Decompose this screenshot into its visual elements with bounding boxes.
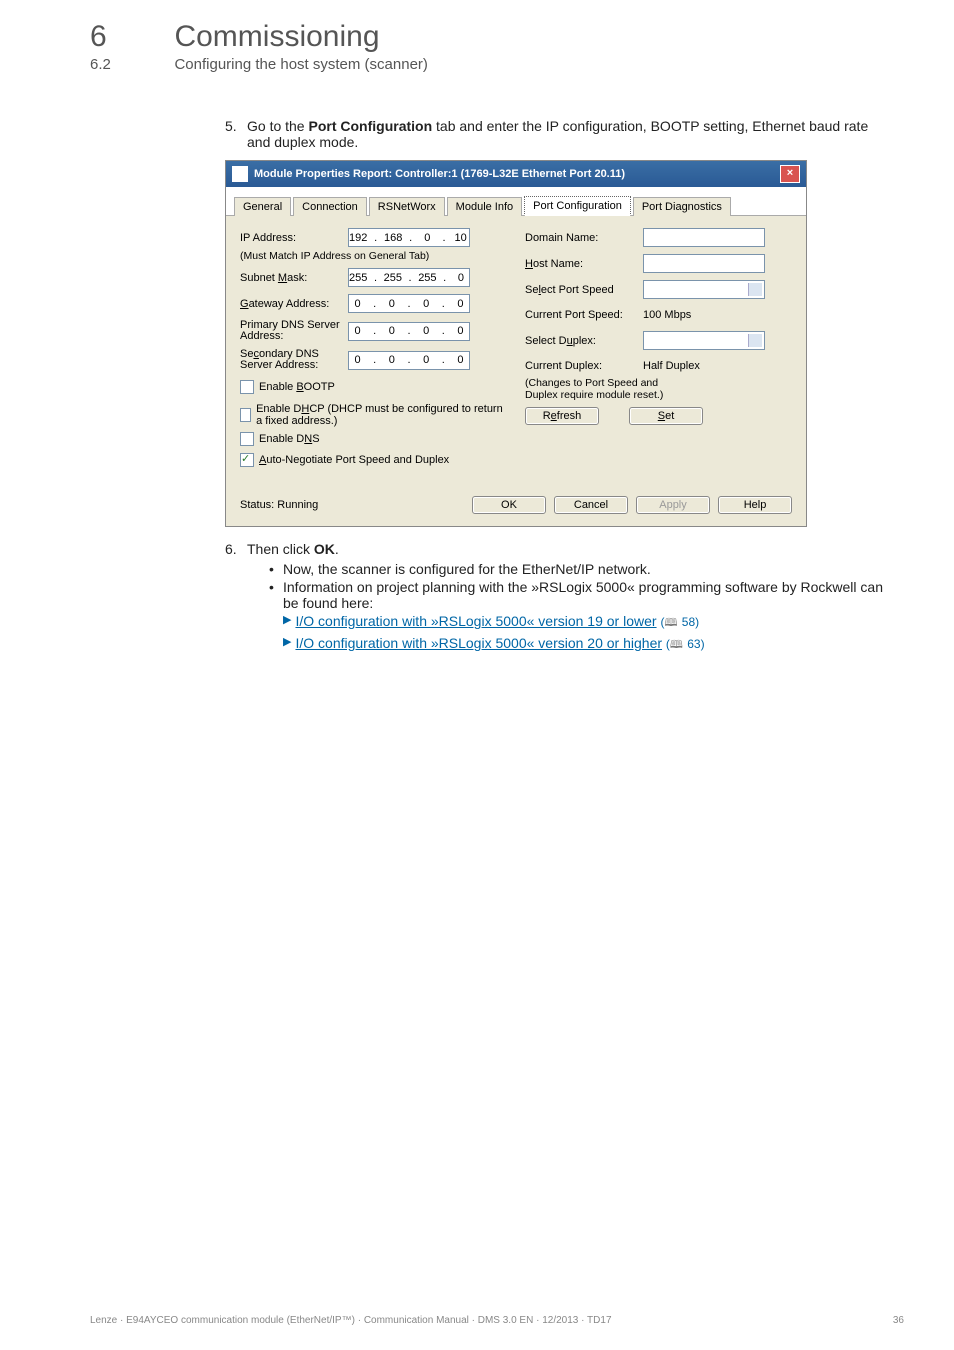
changes-note: (Changes to Port Speed and Duplex requir…	[525, 377, 792, 401]
chapter-number: 6	[90, 20, 170, 54]
step-body: Go to the Port Configuration tab and ent…	[247, 118, 894, 150]
dialog-title-text: Module Properties Report: Controller:1 (…	[254, 168, 625, 180]
chapter-title: Commissioning	[174, 20, 379, 54]
enable-dhcp-label: Enable DHCP (DHCP must be configured to …	[256, 403, 507, 427]
tab-general[interactable]: General	[234, 197, 291, 216]
current-duplex-value: Half Duplex	[643, 360, 700, 372]
current-port-speed-value: 100 Mbps	[643, 309, 691, 321]
current-duplex-label: Current Duplex:	[525, 360, 643, 372]
page-number: 36	[893, 1315, 904, 1326]
auto-negotiate-label: Auto-Negotiate Port Speed and Duplex	[259, 454, 449, 466]
gateway-address-input[interactable]: 0.0.0.0	[348, 294, 470, 313]
gateway-address-label: Gateway Address:	[240, 298, 348, 310]
subnet-mask-label: Subnet Mask:	[240, 272, 348, 284]
domain-name-label: Domain Name:	[525, 232, 643, 244]
select-port-speed-label: Select Port Speed	[525, 284, 643, 296]
checkbox-icon	[240, 453, 254, 467]
tab-rsnetworx[interactable]: RSNetWorx	[369, 197, 445, 216]
host-name-input[interactable]	[643, 254, 765, 273]
close-icon[interactable]: ×	[780, 165, 800, 183]
step-number: 5.	[225, 118, 247, 150]
tab-module-info[interactable]: Module Info	[447, 197, 522, 216]
chevron-down-icon	[751, 337, 759, 342]
select-port-speed-dropdown[interactable]	[643, 280, 765, 299]
secondary-dns-label: Secondary DNS Server Address:	[240, 349, 348, 371]
chevron-down-icon	[751, 286, 759, 291]
checkbox-icon	[240, 432, 254, 446]
select-duplex-label: Select Duplex:	[525, 335, 643, 347]
triangle-icon: ▶	[283, 635, 291, 655]
apply-button[interactable]: Apply	[636, 496, 710, 514]
link-io-config-v20[interactable]: I/O configuration with »RSLogix 5000« ve…	[295, 635, 662, 651]
secondary-dns-input[interactable]: 0.0.0.0	[348, 351, 470, 370]
step-6: 6. Then click OK. • Now, the scanner is …	[225, 541, 894, 657]
current-port-speed-label: Current Port Speed:	[525, 309, 643, 321]
set-button[interactable]: Set	[629, 407, 703, 425]
enable-bootp-checkbox[interactable]: Enable BOOTP	[240, 378, 507, 396]
list-item: ▶ I/O configuration with »RSLogix 5000« …	[283, 613, 894, 633]
dialog-tabs: General Connection RSNetWorx Module Info…	[226, 187, 806, 216]
tab-port-diagnostics[interactable]: Port Diagnostics	[633, 197, 731, 216]
dialog-left-column: IP Address: 192.168.0.10 (Must Match IP …	[240, 228, 507, 476]
step-5: 5. Go to the Port Configuration tab and …	[225, 118, 894, 150]
tab-connection[interactable]: Connection	[293, 197, 367, 216]
refresh-button[interactable]: Refresh	[525, 407, 599, 425]
page-footer: Lenze · E94AYCEO communication module (E…	[90, 1315, 904, 1326]
cancel-button[interactable]: Cancel	[554, 496, 628, 514]
select-duplex-dropdown[interactable]	[643, 331, 765, 350]
section-number: 6.2	[90, 56, 170, 73]
dialog-footer: Status: Running OK Cancel Apply Help	[226, 488, 806, 526]
enable-bootp-label: Enable BOOTP	[259, 381, 335, 393]
host-name-label: Host Name:	[525, 258, 643, 270]
must-match-note: (Must Match IP Address on General Tab)	[240, 250, 507, 262]
status-text: Status: Running	[240, 499, 472, 511]
link-io-config-v19[interactable]: I/O configuration with »RSLogix 5000« ve…	[295, 613, 656, 629]
help-button[interactable]: Help	[718, 496, 792, 514]
separator-dashes: _ _ _ _ _ _ _ _ _ _ _ _ _ _ _ _ _ _ _ _ …	[50, 96, 904, 100]
ok-button[interactable]: OK	[472, 496, 546, 514]
auto-negotiate-checkbox[interactable]: Auto-Negotiate Port Speed and Duplex	[240, 451, 507, 469]
dialog-module-properties: Module Properties Report: Controller:1 (…	[225, 160, 807, 527]
dialog-titlebar: Module Properties Report: Controller:1 (…	[226, 161, 806, 187]
domain-name-input[interactable]	[643, 228, 765, 247]
dialog-right-column: Domain Name: Host Name: Select Port Spee…	[507, 228, 792, 476]
page-header: 6 Commissioning 6.2 Configuring the host…	[0, 0, 954, 74]
triangle-icon: ▶	[283, 613, 291, 633]
enable-dns-label: Enable DNS	[259, 433, 320, 445]
section-title: Configuring the host system (scanner)	[174, 56, 427, 73]
tab-port-configuration[interactable]: Port Configuration	[524, 196, 631, 216]
enable-dns-checkbox[interactable]: Enable DNS	[240, 430, 507, 448]
checkbox-icon	[240, 380, 254, 394]
step-number: 6.	[225, 541, 247, 657]
list-item: ▶ I/O configuration with »RSLogix 5000« …	[283, 635, 894, 655]
ip-address-input[interactable]: 192.168.0.10	[348, 228, 470, 247]
enable-dhcp-checkbox[interactable]: Enable DHCP (DHCP must be configured to …	[240, 403, 507, 427]
primary-dns-input[interactable]: 0.0.0.0	[348, 322, 470, 341]
subnet-mask-input[interactable]: 255.255.255.0	[348, 268, 470, 287]
step-body: Then click OK. • Now, the scanner is con…	[247, 541, 894, 657]
ip-address-label: IP Address:	[240, 232, 348, 244]
primary-dns-label: Primary DNS Server Address:	[240, 320, 348, 342]
window-icon	[232, 166, 248, 182]
list-item: • Information on project planning with t…	[269, 579, 894, 611]
footer-text: Lenze · E94AYCEO communication module (E…	[90, 1315, 612, 1326]
dialog-body: IP Address: 192.168.0.10 (Must Match IP …	[226, 216, 806, 488]
list-item: • Now, the scanner is configured for the…	[269, 561, 894, 577]
checkbox-icon	[240, 408, 251, 422]
book-icon: 🕮	[664, 617, 677, 629]
book-icon: 🕮	[670, 639, 683, 651]
